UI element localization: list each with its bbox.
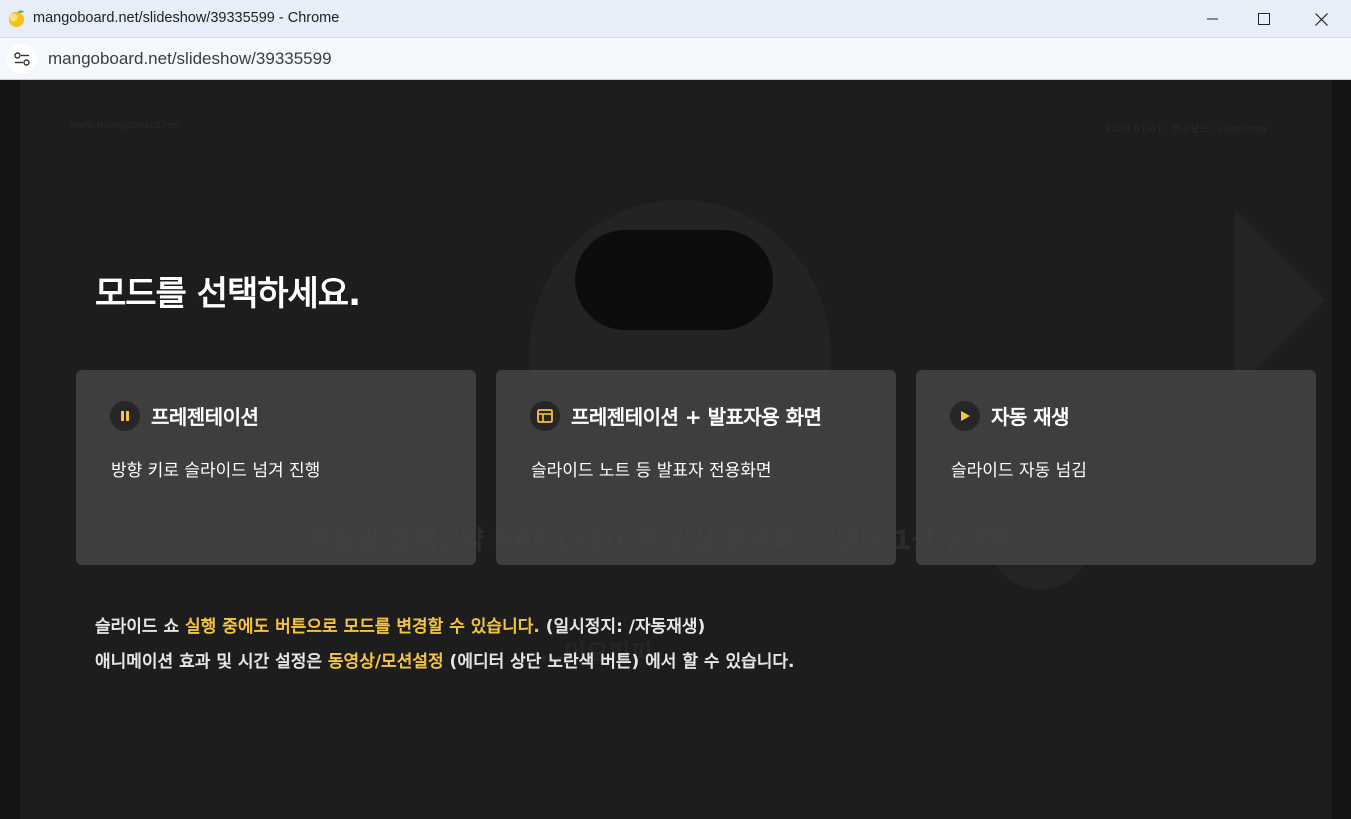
window-title-bar: mangoboard.net/slideshow/39335599 - Chro…	[0, 0, 1351, 38]
mode-card-title: 프레젠테이션 + 발표자용 화면	[571, 405, 822, 429]
help-note-animation: 애니메이션 효과 및 시간 설정은 동영상/모션설정 (에디터 상단 노란색 버…	[95, 647, 795, 672]
close-icon	[1314, 12, 1328, 26]
minimize-button[interactable]	[1190, 0, 1236, 38]
mode-card-description: 슬라이드 자동 넘김	[951, 461, 1087, 481]
note-text: (일시정지: /자동재생)	[539, 617, 706, 637]
pause-icon	[110, 401, 140, 431]
mode-card-presenter-view[interactable]: 프레젠테이션 + 발표자용 화면 슬라이드 노트 등 발표자 전용화면	[496, 370, 896, 565]
note-text: 애니메이션 효과 및 시간 설정은	[95, 652, 328, 672]
note-highlight: 실행 중에도 버튼으로 모드를 변경할 수 있습니다.	[185, 617, 540, 637]
window-title: mangoboard.net/slideshow/39335599 - Chro…	[33, 10, 340, 26]
mango-favicon-icon	[8, 10, 25, 28]
url-field[interactable]: mangoboard.net/slideshow/39335599	[48, 49, 332, 69]
note-highlight: 동영상/모션설정	[327, 652, 444, 672]
mode-select-heading: 모드를 선택하세요.	[95, 274, 361, 314]
note-text: (에디터 상단 노란색 버튼) 에서 할 수 있습니다.	[443, 652, 795, 672]
mode-card-description: 슬라이드 노트 등 발표자 전용화면	[531, 461, 772, 481]
mode-card-autoplay[interactable]: 자동 재생 슬라이드 자동 넘김	[916, 370, 1316, 565]
site-settings-icon	[14, 52, 30, 66]
mode-card-title: 프레젠테이션	[151, 405, 259, 429]
address-bar: mangoboard.net/slideshow/39335599	[0, 38, 1351, 80]
mode-card-title: 자동 재생	[991, 405, 1070, 429]
mode-card-description: 방향 키로 슬라이드 넘겨 진행	[111, 461, 321, 481]
mode-select-overlay: 모드를 선택하세요. 프레젠테이션 방향 키로 슬라이드 넘겨 진행 프레젠테이…	[0, 80, 1351, 819]
mode-card-presentation[interactable]: 프레젠테이션 방향 키로 슬라이드 넘겨 진행	[76, 370, 476, 565]
minimize-icon	[1207, 18, 1218, 20]
site-info-button[interactable]	[7, 44, 37, 74]
note-text: 슬라이드 쇼	[95, 617, 186, 637]
slideshow-stage: www.mangoboard.net 2024.01.01 · 망고보드 · s…	[0, 80, 1351, 819]
maximize-icon	[1258, 13, 1270, 25]
close-button[interactable]	[1298, 0, 1344, 38]
help-note-mode-change: 슬라이드 쇼 실행 중에도 버튼으로 모드를 변경할 수 있습니다. (일시정지…	[95, 612, 705, 637]
play-icon	[950, 401, 980, 431]
maximize-button[interactable]	[1241, 0, 1287, 38]
presenter-view-icon	[530, 401, 560, 431]
